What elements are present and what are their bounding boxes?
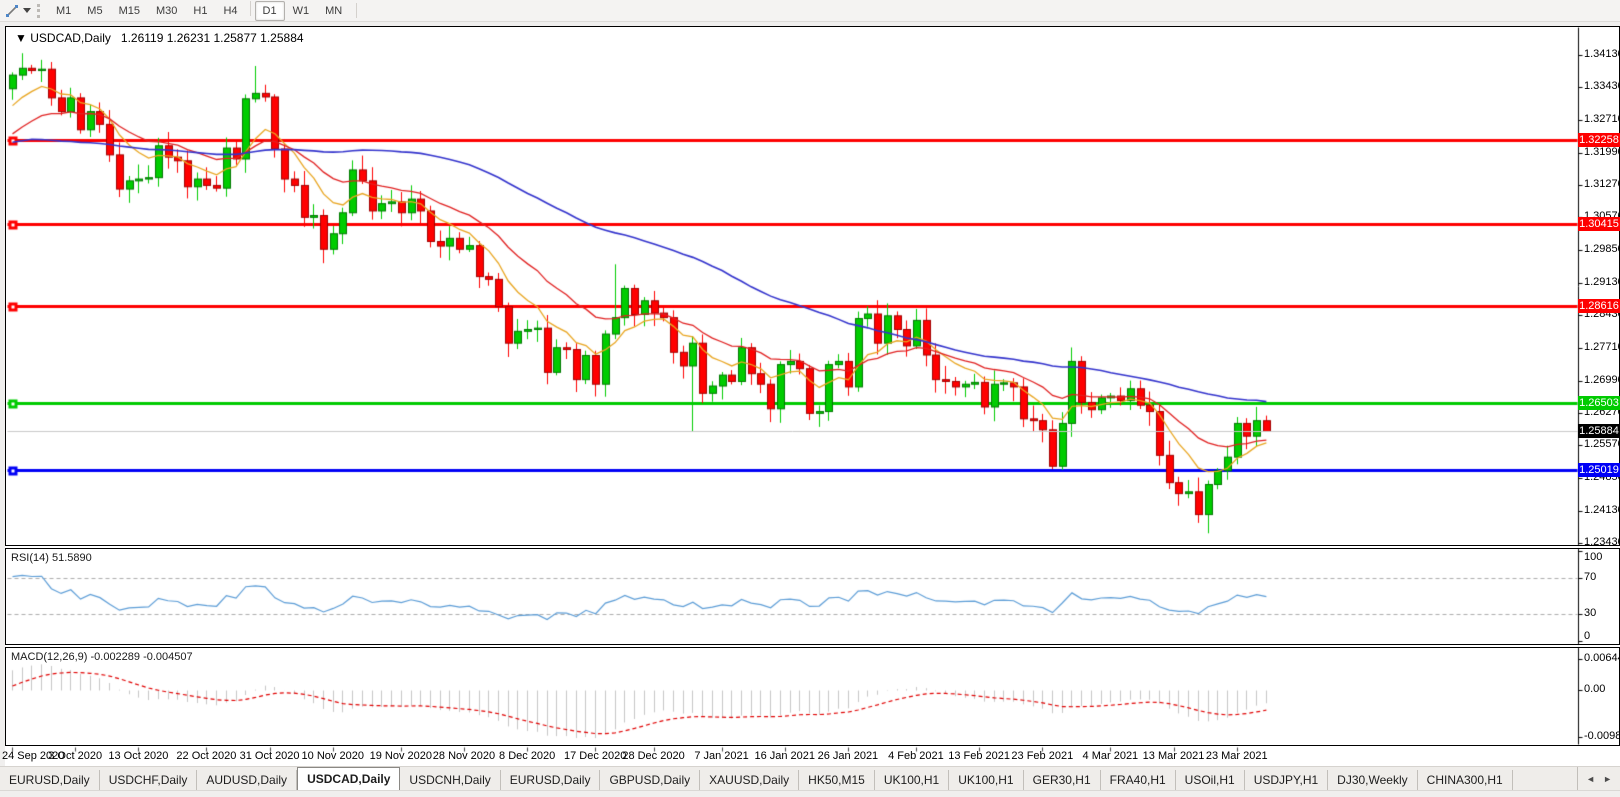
chart-tools-dropdown-icon[interactable]	[23, 8, 31, 13]
chart-title: ▼ USDCAD,Daily 1.26119 1.26231 1.25877 1.…	[15, 31, 304, 45]
rsi-name: RSI(14)	[11, 552, 49, 564]
chart-tab-usdchf-daily[interactable]: USDCHF,Daily	[100, 770, 198, 791]
chart-tab-usdcnh-daily[interactable]: USDCNH,Daily	[400, 770, 500, 791]
timeframe-button-h4[interactable]: H4	[215, 1, 245, 21]
price-chart-panel[interactable]: ▼ USDCAD,Daily 1.26119 1.26231 1.25877 1.…	[5, 26, 1620, 546]
chart-tab-ger30-h1[interactable]: GER30,H1	[1024, 770, 1101, 791]
chart-tab-bar: EURUSD,DailyUSDCHF,DailyAUDUSD,DailyUSDC…	[0, 766, 1620, 791]
top-toolbar: M1M5M15M30H1H4 D1W1MN	[0, 0, 1620, 22]
toolbar-separator	[250, 1, 251, 16]
tab-scroll-left-icon[interactable]: ◄	[1582, 774, 1599, 784]
timeframe-button-d1[interactable]: D1	[255, 1, 285, 21]
timeframe-buttons: M1M5M15M30H1H4 D1W1MN	[48, 1, 350, 21]
toolbar-separator	[356, 3, 357, 18]
chart-tab-hk50-m15[interactable]: HK50,M15	[799, 770, 875, 791]
timeframe-button-m5[interactable]: M5	[79, 1, 110, 21]
chart-symbol-label: USDCAD,Daily	[30, 31, 111, 45]
tab-scroll-arrows: ◄ ►	[1577, 767, 1620, 791]
chart-window: ▼ USDCAD,Daily 1.26119 1.26231 1.25877 1.…	[5, 26, 1620, 766]
chart-tab-gbpusd-daily[interactable]: GBPUSD,Daily	[600, 770, 700, 791]
chart-tab-dj30-weekly[interactable]: DJ30,Weekly	[1328, 770, 1417, 791]
chart-tab-china300-h1[interactable]: CHINA300,H1	[1418, 770, 1513, 791]
macd-panel[interactable]: MACD(12,26,9) -0.002289 -0.004507	[5, 647, 1620, 746]
rsi-label: RSI(14) 51.5890	[11, 552, 92, 564]
macd-label: MACD(12,26,9) -0.002289 -0.004507	[11, 651, 193, 663]
chart-tab-xauusd-daily[interactable]: XAUUSD,Daily	[700, 770, 799, 791]
chart-tab-audusd-daily[interactable]: AUDUSD,Daily	[197, 770, 297, 791]
chart-ohlc-values: 1.26119 1.26231 1.25877 1.25884	[121, 31, 304, 45]
timeframe-button-h1[interactable]: H1	[185, 1, 215, 21]
chart-title-caret-icon[interactable]: ▼	[15, 31, 27, 45]
timeframe-button-m15[interactable]: M15	[111, 1, 148, 21]
chart-tools-icon[interactable]	[4, 3, 20, 19]
tab-strip: EURUSD,DailyUSDCHF,DailyAUDUSD,DailyUSDC…	[0, 767, 1513, 791]
timeframe-button-mn[interactable]: MN	[317, 1, 350, 21]
toolbar-grip	[37, 4, 40, 18]
timeframe-button-m1[interactable]: M1	[48, 1, 79, 21]
macd-name: MACD(12,26,9)	[11, 651, 87, 663]
chart-tab-eurusd-daily[interactable]: EURUSD,Daily	[0, 770, 100, 791]
tab-scroll-right-icon[interactable]: ►	[1599, 774, 1616, 784]
chart-tab-usdjpy-h1[interactable]: USDJPY,H1	[1245, 770, 1328, 791]
chart-tab-usoil-h1[interactable]: USOil,H1	[1176, 770, 1245, 791]
chart-tab-uk100-h1[interactable]: UK100,H1	[875, 770, 949, 791]
timeframe-button-m30[interactable]: M30	[148, 1, 185, 21]
rsi-value: 51.5890	[52, 552, 92, 564]
timeframe-button-w1[interactable]: W1	[285, 1, 318, 21]
chart-tab-usdcad-daily[interactable]: USDCAD,Daily	[297, 767, 400, 791]
chart-tab-fra40-h1[interactable]: FRA40,H1	[1101, 770, 1176, 791]
rsi-panel[interactable]: RSI(14) 51.5890	[5, 548, 1620, 645]
chart-tab-uk100-h1[interactable]: UK100,H1	[949, 770, 1023, 791]
macd-values: -0.002289 -0.004507	[90, 651, 192, 663]
chart-tab-eurusd-daily[interactable]: EURUSD,Daily	[501, 770, 601, 791]
